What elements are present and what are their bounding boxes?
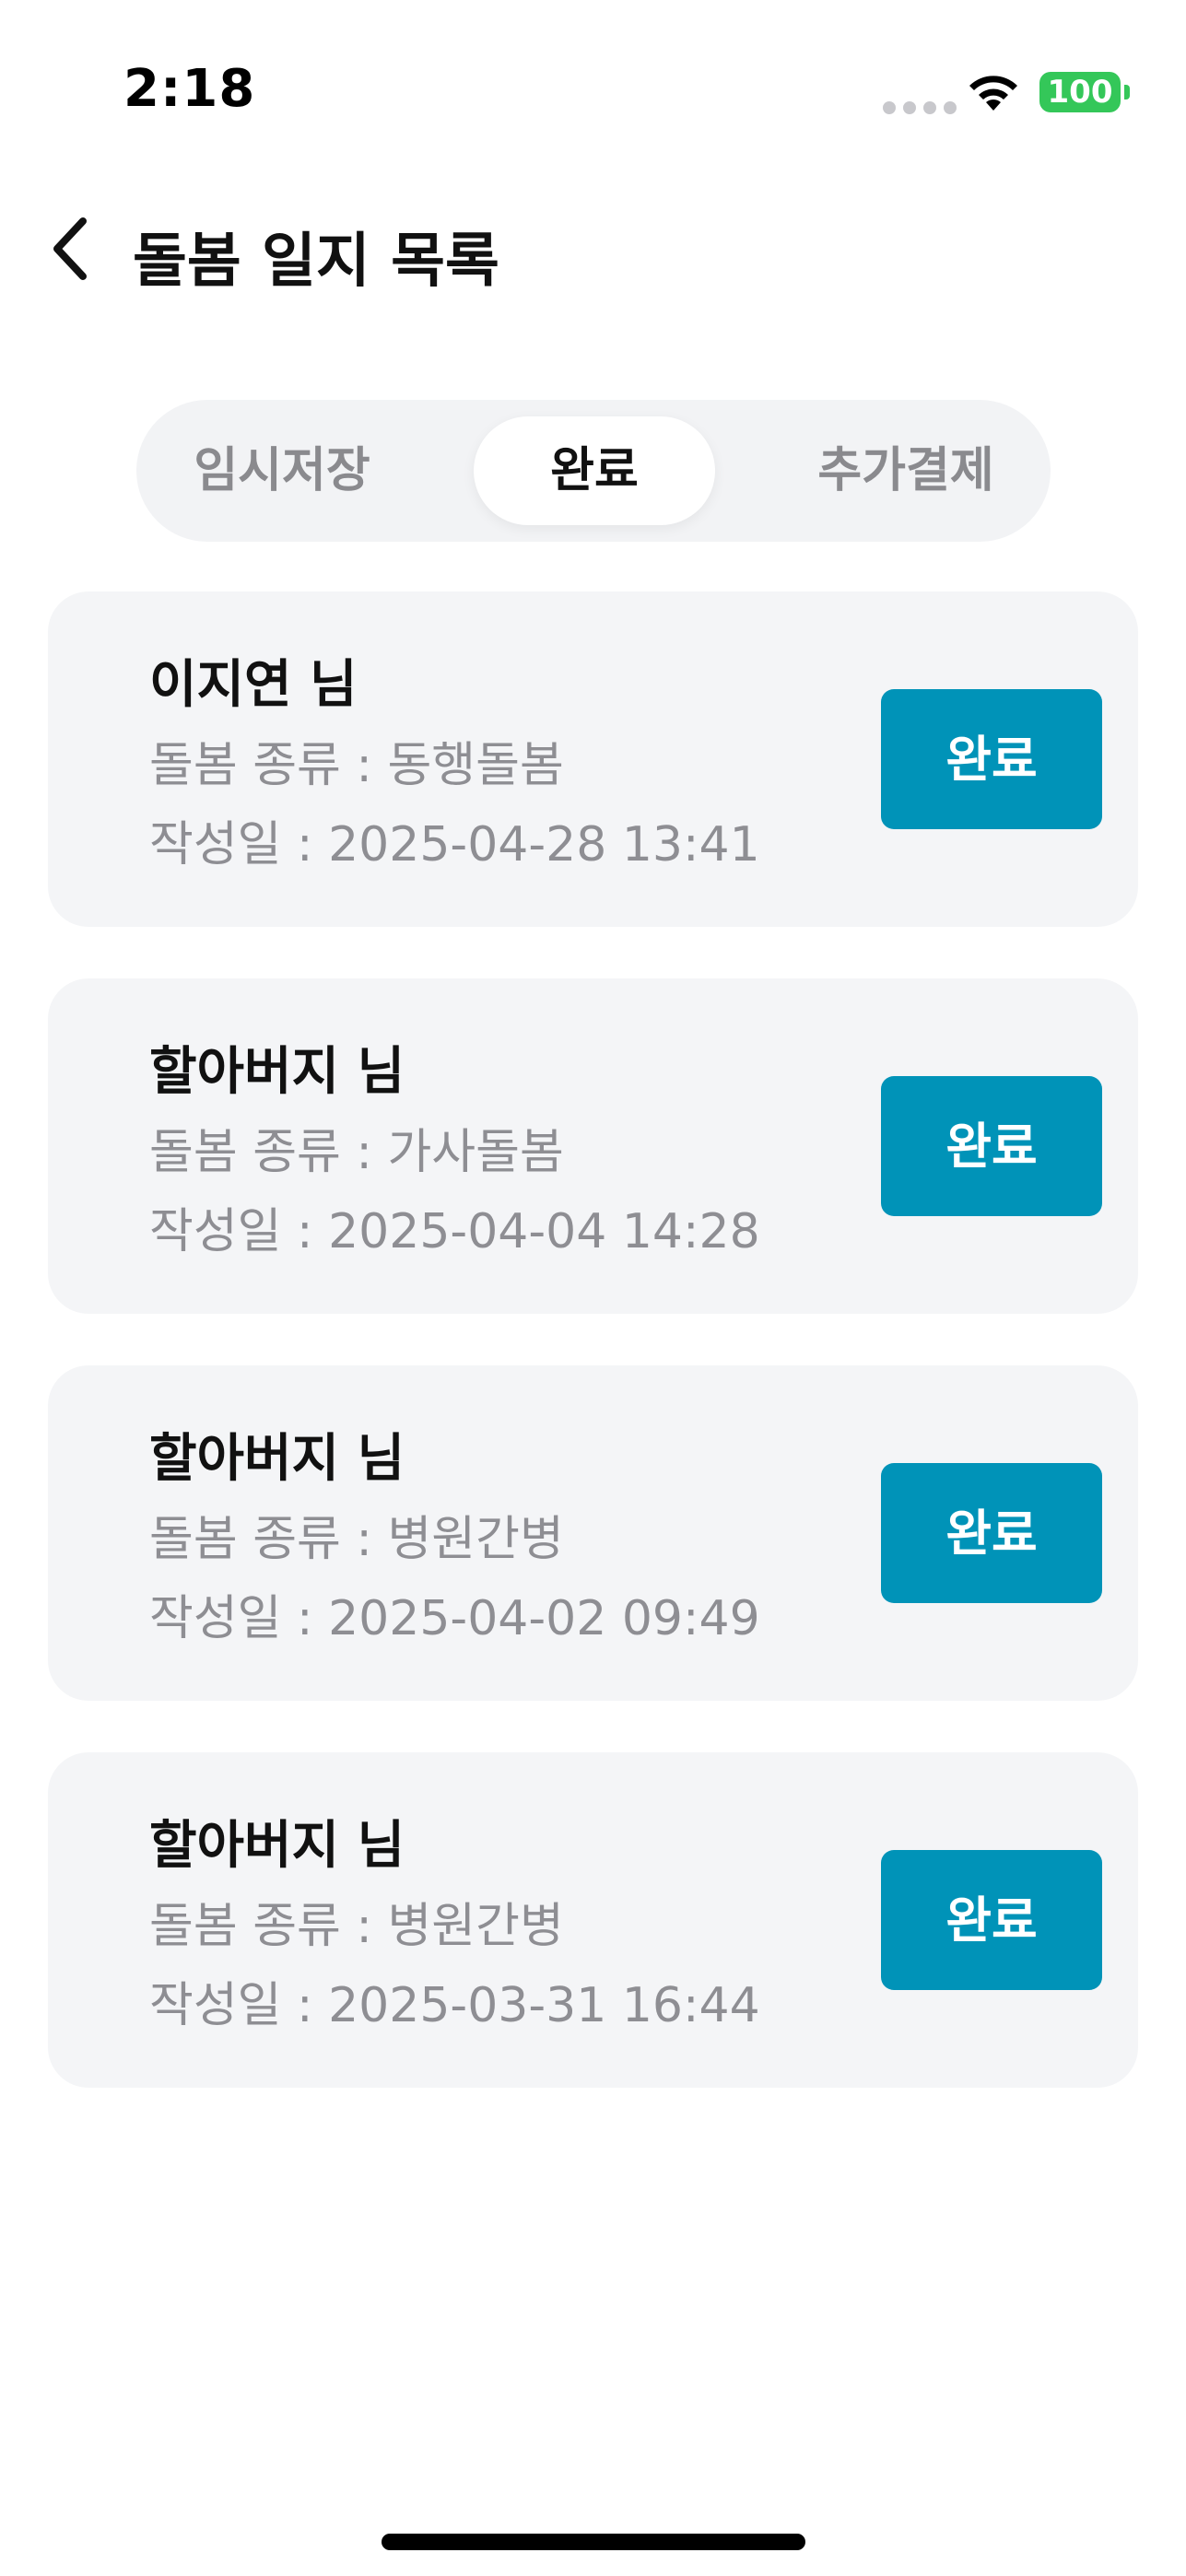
record-created-date: 작성일 : 2025-04-02 09:49 bbox=[149, 1591, 760, 1646]
record-created-date: 작성일 : 2025-03-31 16:44 bbox=[149, 1978, 760, 2033]
status-time: 2:18 bbox=[123, 59, 256, 119]
segmented-tabs: 임시저장 완료 추가결제 bbox=[136, 400, 1051, 542]
chevron-left-icon bbox=[53, 217, 87, 280]
complete-button[interactable]: 완료 bbox=[881, 1463, 1102, 1603]
record-care-type: 돌봄 종류 : 가사돌봄 bbox=[149, 1125, 564, 1180]
record-card[interactable]: 할아버지 님 돌봄 종류 : 병원간병 작성일 : 2025-04-02 09:… bbox=[48, 1365, 1138, 1701]
record-card[interactable]: 할아버지 님 돌봄 종류 : 가사돌봄 작성일 : 2025-04-04 14:… bbox=[48, 978, 1138, 1314]
home-indicator[interactable] bbox=[382, 2534, 805, 2550]
record-care-type: 돌봄 종류 : 동행돌봄 bbox=[149, 738, 564, 793]
complete-button[interactable]: 완료 bbox=[881, 1076, 1102, 1216]
record-card[interactable]: 이지연 님 돌봄 종류 : 동행돌봄 작성일 : 2025-04-28 13:4… bbox=[48, 591, 1138, 927]
record-created-date: 작성일 : 2025-04-28 13:41 bbox=[149, 817, 760, 872]
header: 돌봄 일지 목록 bbox=[0, 184, 1186, 313]
tab-additional-payment[interactable]: 추가결제 bbox=[772, 416, 1039, 525]
record-name: 할아버지 님 bbox=[149, 1042, 405, 1102]
page-title: 돌봄 일지 목록 bbox=[133, 228, 499, 296]
wifi-icon bbox=[969, 76, 1017, 111]
complete-button[interactable]: 완료 bbox=[881, 1850, 1102, 1990]
back-button[interactable] bbox=[33, 212, 107, 286]
cellular-signal-icon bbox=[883, 101, 957, 114]
record-name: 할아버지 님 bbox=[149, 1429, 405, 1489]
record-name: 할아버지 님 bbox=[149, 1816, 405, 1876]
battery-tip bbox=[1124, 85, 1130, 100]
battery-indicator: 100 bbox=[1039, 72, 1121, 112]
tab-draft[interactable]: 임시저장 bbox=[153, 416, 411, 525]
tab-completed[interactable]: 완료 bbox=[474, 416, 715, 525]
record-care-type: 돌봄 종류 : 병원간병 bbox=[149, 1899, 564, 1954]
complete-button[interactable]: 완료 bbox=[881, 689, 1102, 829]
record-name: 이지연 님 bbox=[149, 655, 358, 715]
record-created-date: 작성일 : 2025-04-04 14:28 bbox=[149, 1204, 760, 1259]
status-bar: 2:18 100 bbox=[0, 0, 1186, 184]
record-card[interactable]: 할아버지 님 돌봄 종류 : 병원간병 작성일 : 2025-03-31 16:… bbox=[48, 1752, 1138, 2088]
record-care-type: 돌봄 종류 : 병원간병 bbox=[149, 1512, 564, 1567]
